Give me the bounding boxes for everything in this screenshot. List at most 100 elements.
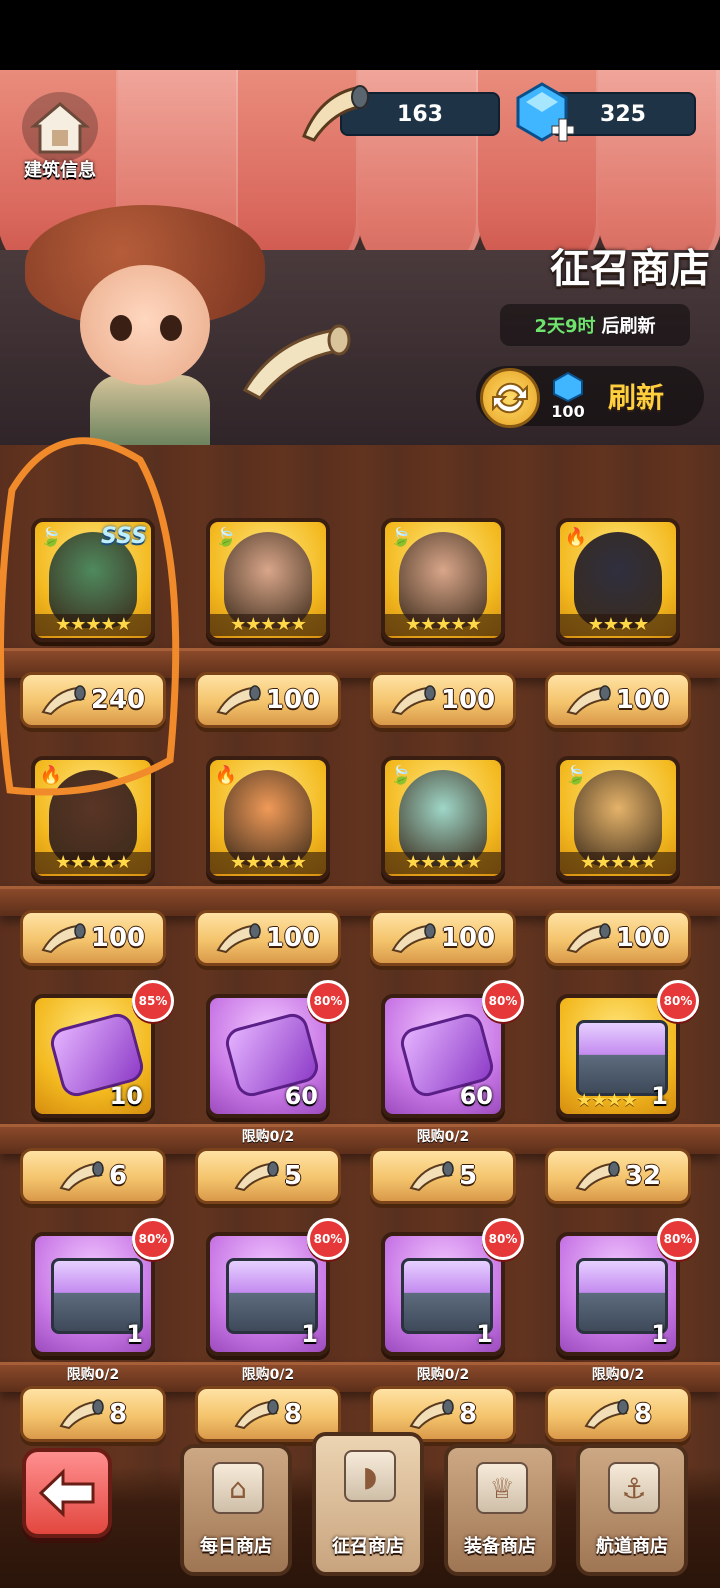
horn-icon bbox=[216, 685, 261, 715]
hero-card[interactable]: 🍃 SSS ★★★★★ bbox=[31, 518, 155, 642]
price-value: 240 bbox=[90, 685, 146, 715]
discount-badge: 80% bbox=[307, 1218, 349, 1260]
buy-price-button[interactable]: 100 bbox=[370, 910, 516, 966]
purchase-limit: 限购0/2 bbox=[416, 1129, 470, 1145]
gem-count: 325 bbox=[600, 101, 646, 127]
gem-icon bbox=[553, 372, 583, 402]
refresh-label[interactable]: 刷新 bbox=[608, 376, 664, 416]
hero-card[interactable]: 🔥 ★★★★ bbox=[556, 518, 680, 642]
star-rating: ★★★★★ bbox=[35, 614, 151, 636]
star-rating: ★★★★ bbox=[560, 614, 676, 636]
horn-icon: ◗ bbox=[344, 1450, 396, 1502]
back-button[interactable] bbox=[22, 1448, 112, 1538]
star-rating: ★★★★★ bbox=[385, 852, 501, 874]
item-quantity: 1 bbox=[651, 1082, 668, 1110]
price-value: 100 bbox=[265, 923, 321, 953]
fire-element-icon: 🔥 bbox=[39, 765, 63, 786]
house-icon bbox=[29, 102, 91, 154]
item-quantity: 1 bbox=[476, 1320, 493, 1348]
tab-store[interactable]: ⌂ 每日商店 bbox=[180, 1444, 292, 1576]
horn-count: 163 bbox=[397, 101, 443, 127]
item-quantity: 1 bbox=[126, 1320, 143, 1348]
price-value: 6 bbox=[108, 1161, 128, 1191]
purchase-limit: 限购0/2 bbox=[241, 1367, 295, 1383]
hero-card[interactable]: 🍃 ★★★★★ bbox=[206, 518, 330, 642]
star-rating: ★★★★★ bbox=[210, 614, 326, 636]
refresh-countdown-time: 2天9时 bbox=[534, 316, 596, 337]
horn-icon bbox=[566, 685, 611, 715]
price-value: 8 bbox=[108, 1399, 128, 1429]
horn-icon bbox=[41, 685, 86, 715]
hero-card[interactable]: 🔥 ★★★★★ bbox=[206, 756, 330, 880]
leaf-element-icon: 🍃 bbox=[564, 765, 588, 786]
purchase-limit: 限购0/2 bbox=[591, 1367, 645, 1383]
refresh-icon[interactable] bbox=[480, 368, 540, 428]
star-rating: ★★★★★ bbox=[210, 852, 326, 874]
star-rating: ★★★★ bbox=[576, 1090, 638, 1111]
tab-shirt[interactable]: ♕ 装备商店 bbox=[444, 1444, 556, 1576]
horn-icon bbox=[409, 1161, 454, 1191]
hero-card[interactable]: 🍃 ★★★★★ bbox=[381, 756, 505, 880]
leaf-element-icon: 🍃 bbox=[39, 527, 63, 548]
buy-price-button[interactable]: 32 bbox=[545, 1148, 691, 1204]
purchase-limit: 限购0/2 bbox=[241, 1129, 295, 1145]
discount-badge: 80% bbox=[657, 980, 699, 1022]
horn-illustration bbox=[242, 324, 351, 400]
discount-badge: 85% bbox=[132, 980, 174, 1022]
hero-card[interactable]: 🔥 ★★★★★ bbox=[31, 756, 155, 880]
discount-badge: 80% bbox=[307, 980, 349, 1022]
item-quantity: 10 bbox=[109, 1082, 143, 1110]
purchase-limit: 限购0/2 bbox=[416, 1367, 470, 1383]
price-value: 8 bbox=[458, 1399, 478, 1429]
price-value: 100 bbox=[440, 923, 496, 953]
tab-anchor[interactable]: ⚓ 航道商店 bbox=[576, 1444, 688, 1576]
horn-icon bbox=[41, 923, 86, 953]
price-value: 5 bbox=[458, 1161, 478, 1191]
tab-label: 装备商店 bbox=[464, 1536, 536, 1557]
refresh-countdown-suffix: 后刷新 bbox=[601, 316, 656, 337]
horn-icon bbox=[584, 1399, 629, 1429]
rarity-label: SSS bbox=[101, 524, 147, 549]
price-value: 32 bbox=[624, 1161, 662, 1191]
hero-card[interactable]: 🍃 ★★★★★ bbox=[556, 756, 680, 880]
price-value: 100 bbox=[90, 923, 146, 953]
hero-card[interactable]: 🍃 ★★★★★ bbox=[381, 518, 505, 642]
building-info-button[interactable] bbox=[22, 92, 98, 162]
refresh-countdown: 2天9时 后刷新 bbox=[500, 304, 690, 346]
horn-icon bbox=[566, 923, 611, 953]
shopkeeper-character bbox=[10, 205, 270, 455]
horn-icon bbox=[234, 1399, 279, 1429]
item-quantity: 1 bbox=[301, 1320, 318, 1348]
fire-element-icon: 🔥 bbox=[564, 527, 588, 548]
buy-price-button[interactable]: 100 bbox=[195, 672, 341, 728]
buy-price-button[interactable]: 100 bbox=[545, 910, 691, 966]
buy-price-button[interactable]: 100 bbox=[20, 910, 166, 966]
buy-price-button[interactable]: 100 bbox=[370, 672, 516, 728]
price-value: 100 bbox=[440, 685, 496, 715]
price-value: 5 bbox=[283, 1161, 303, 1191]
discount-badge: 80% bbox=[132, 1218, 174, 1260]
star-rating: ★★★★★ bbox=[385, 614, 501, 636]
buy-price-button[interactable]: 100 bbox=[195, 910, 341, 966]
horn-icon bbox=[409, 1399, 454, 1429]
buy-price-button[interactable]: 8 bbox=[545, 1386, 691, 1442]
horn-icon bbox=[575, 1161, 620, 1191]
anchor-icon: ⚓ bbox=[608, 1462, 660, 1514]
buy-price-button[interactable]: 5 bbox=[195, 1148, 341, 1204]
back-arrow-icon bbox=[38, 1468, 95, 1518]
buy-price-button[interactable]: 6 bbox=[20, 1148, 166, 1204]
star-rating: ★★★★★ bbox=[35, 852, 151, 874]
leaf-element-icon: 🍃 bbox=[389, 527, 413, 548]
item-quantity: 1 bbox=[651, 1320, 668, 1348]
horn-icon bbox=[302, 85, 369, 142]
purchase-limit: 限购0/2 bbox=[66, 1367, 120, 1383]
buy-price-button[interactable]: 8 bbox=[20, 1386, 166, 1442]
buy-price-button[interactable]: 5 bbox=[370, 1148, 516, 1204]
discount-badge: 80% bbox=[657, 1218, 699, 1260]
buy-price-button[interactable]: 240 bbox=[20, 672, 166, 728]
item-quantity: 60 bbox=[459, 1082, 493, 1110]
horn-icon bbox=[391, 685, 436, 715]
tab-horn[interactable]: ◗ 征召商店 bbox=[312, 1432, 424, 1576]
buy-price-button[interactable]: 100 bbox=[545, 672, 691, 728]
gem-plus-icon[interactable] bbox=[512, 82, 580, 148]
